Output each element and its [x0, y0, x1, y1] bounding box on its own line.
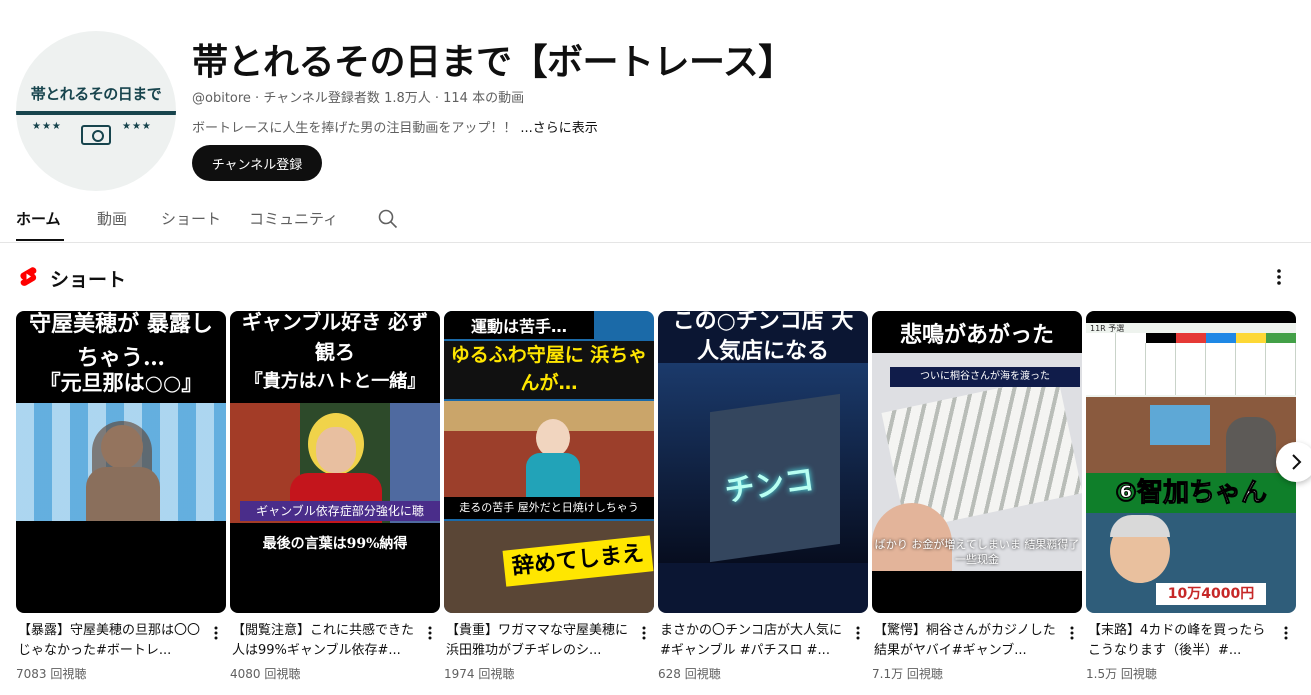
thumbnail-caption-bottom: 最後の言葉は99%納得 — [262, 536, 408, 552]
short-card[interactable]: この○チンコ店 大人気店になる チンコ まさかの〇チンコ店が大人気に#ギャンブル… — [658, 311, 868, 691]
short-more-icon[interactable] — [1068, 625, 1076, 641]
short-views: 1.5万 回視聴 — [1086, 667, 1157, 681]
short-title[interactable]: 【閲覧注意】これに共感できた人は99%ギャンブル依存#... — [232, 621, 420, 661]
thumbnail-caption-mid: 『貴方はハトと一緒』 — [244, 371, 426, 392]
thumbnail-caption-top: 悲鳴があがった — [899, 323, 1054, 348]
short-thumbnail[interactable]: 運動は苦手… ゆるふわ守屋に 浜ちゃんが… 走るの苦手 屋外だと日焼けしちゃう … — [444, 311, 654, 613]
thumbnail-caption-top: 運動は苦手… — [470, 317, 567, 336]
channel-meta: @obitore · チャンネル登録者数 1.8万人 · 114 本の動画 — [192, 91, 525, 106]
avatar-logo-text: 帯とれるその日まで — [30, 85, 162, 103]
short-more-icon[interactable] — [1282, 625, 1290, 641]
short-more-icon[interactable] — [640, 625, 648, 641]
short-title[interactable]: 【暴露】守屋美穂の旦那は〇〇じゃなかった#ボートレ... — [18, 621, 206, 661]
section-more-icon[interactable] — [1272, 266, 1286, 288]
subscribe-button[interactable]: チャンネル登録 — [192, 145, 322, 181]
channel-tabs: ホーム 動画 ショート コミュニティ — [0, 196, 1311, 243]
short-views: 4080 回視聴 — [230, 667, 301, 681]
search-icon[interactable] — [378, 209, 398, 229]
chevron-right-icon — [1292, 454, 1302, 470]
description-text: ボートレースに人生を捧げた男の注目動画をアップ！！ — [192, 121, 517, 136]
thumbnail-caption-mid: ⑥智加ちゃん — [1086, 473, 1296, 513]
thumbnail-image — [16, 403, 226, 521]
tab-shorts[interactable]: ショート — [161, 208, 221, 229]
short-views: 7083 回視聴 — [16, 667, 87, 681]
short-views: 628 回視聴 — [658, 667, 721, 681]
tab-videos[interactable]: 動画 — [97, 208, 127, 229]
short-thumbnail[interactable]: この○チンコ店 大人気店になる チンコ — [658, 311, 868, 613]
thumbnail-caption-bottom: ばかり お金が増えてしまいま 結果覇得了一些现金 — [874, 538, 1080, 566]
avatar-divider — [16, 111, 176, 115]
active-tab-indicator — [16, 239, 64, 241]
shorts-section-title: ショート — [50, 269, 127, 291]
avatar-stars-right: ★★★ — [122, 121, 152, 132]
short-card[interactable]: 守屋美穂が 暴露しちゃう… 『元旦那は○○』 【暴露】守屋美穂の旦那は〇〇じゃな… — [16, 311, 226, 691]
short-thumbnail[interactable]: ギャンブル好き 必ず観ろ 『貴方はハトと一緒』 ギャンブル依存症部分強化に聴 最… — [230, 311, 440, 613]
short-title[interactable]: まさかの〇チンコ店が大人気に#ギャンブル #パチスロ #... — [660, 621, 848, 661]
thumbnail-band: ついに桐谷さんが海を渡った — [890, 367, 1080, 387]
thumbnail-caption-mid: ゆるふわ守屋に 浜ちゃんが… — [450, 344, 648, 394]
thumbnail-image — [1086, 397, 1296, 473]
channel-header: 帯とれるその日まで ★★★ ★★★ 帯とれるその日まで【ボートレース】 @obi… — [0, 0, 1311, 195]
thumbnail-band: 走るの苦手 屋外だと日焼けしちゃう — [444, 497, 654, 519]
short-card[interactable]: ギャンブル好き 必ず観ろ 『貴方はハトと一緒』 ギャンブル依存症部分強化に聴 最… — [230, 311, 440, 691]
short-thumbnail[interactable]: 守屋美穂が 暴露しちゃう… 『元旦那は○○』 — [16, 311, 226, 613]
thumbnail-caption-bottom: 10万4000円 — [1156, 583, 1266, 605]
thumbnail-caption-mid: 『元旦那は○○』 — [39, 370, 203, 395]
thumbnail-band: ギャンブル依存症部分強化に聴 — [240, 501, 440, 521]
short-more-icon[interactable] — [854, 625, 862, 641]
tab-home[interactable]: ホーム — [16, 208, 61, 229]
short-thumbnail[interactable]: 11R 予選 ⑥智加ちゃん 10万4000円 — [1086, 311, 1296, 613]
thumbnail-image — [444, 401, 654, 501]
short-card[interactable]: 11R 予選 ⑥智加ちゃん 10万4000円 【末路】4カドの峰を買ったらこうな… — [1086, 311, 1296, 691]
short-thumbnail[interactable]: 悲鳴があがった ついに桐谷さんが海を渡った ばかり お金が増えてしまいま 結果覇… — [872, 311, 1082, 613]
avatar-stars-left: ★★★ — [32, 121, 62, 132]
thumbnail-caption-top: 守屋美穂が 暴露しちゃう… — [29, 311, 213, 371]
short-card[interactable]: 運動は苦手… ゆるふわ守屋に 浜ちゃんが… 走るの苦手 屋外だと日焼けしちゃう … — [444, 311, 654, 691]
thumbnail-image: チンコ — [658, 363, 868, 563]
short-title[interactable]: 【貴重】ワガママな守屋美穂に浜田雅功がブチギレのシ... — [446, 621, 634, 661]
short-views: 7.1万 回視聴 — [872, 667, 943, 681]
shorts-icon — [20, 267, 37, 286]
short-card[interactable]: 悲鳴があがった ついに桐谷さんが海を渡った ばかり お金が増えてしまいま 結果覇… — [872, 311, 1082, 691]
thumbnail-caption-top: この○チンコ店 大人気店になる — [672, 311, 854, 364]
channel-name: 帯とれるその日まで【ボートレース】 — [192, 42, 794, 83]
short-views: 1974 回視聴 — [444, 667, 515, 681]
tab-community[interactable]: コミュニティ — [249, 208, 338, 229]
short-more-icon[interactable] — [212, 625, 220, 641]
shelf-next-button[interactable] — [1276, 442, 1311, 482]
more-link[interactable]: ...さらに表示 — [520, 121, 597, 136]
thumbnail-caption-top: ギャンブル好き 必ず観ろ — [241, 311, 429, 364]
short-title[interactable]: 【末路】4カドの峰を買ったらこうなります（後半）#... — [1088, 621, 1276, 661]
short-more-icon[interactable] — [426, 625, 434, 641]
short-title[interactable]: 【驚愕】桐谷さんがカジノした結果がヤバイ#ギャンブ... — [874, 621, 1062, 661]
money-icon — [81, 125, 111, 145]
channel-avatar[interactable]: 帯とれるその日まで ★★★ ★★★ — [16, 31, 176, 191]
channel-description[interactable]: ボートレースに人生を捧げた男の注目動画をアップ！！ ...さらに表示 — [192, 117, 598, 136]
